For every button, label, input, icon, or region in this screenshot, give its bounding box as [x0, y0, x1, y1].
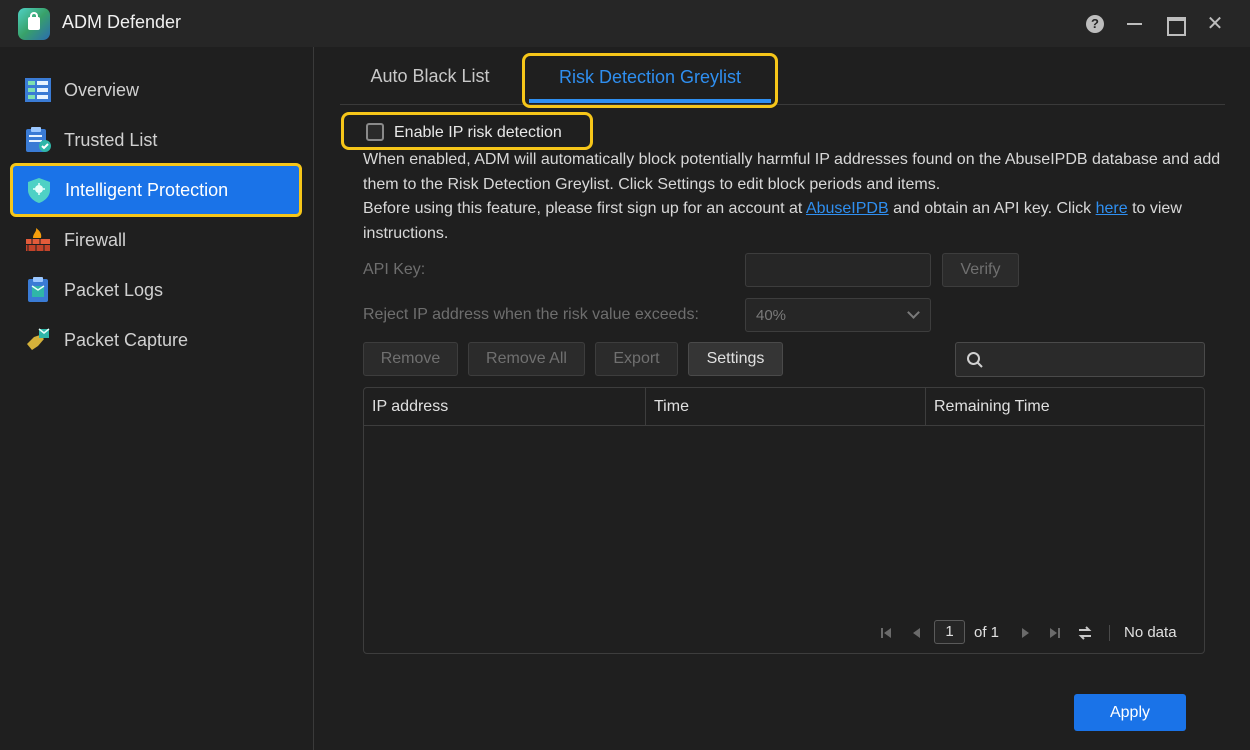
table-header: IP address Time Remaining Time: [364, 388, 1204, 426]
help-icon[interactable]: ?: [1084, 13, 1106, 35]
column-ip-address[interactable]: IP address: [364, 388, 645, 426]
instructions-link[interactable]: here: [1096, 200, 1128, 217]
page-number-input[interactable]: 1: [934, 620, 965, 644]
greylist-table: IP address Time Remaining Time 1 of 1 No…: [363, 387, 1205, 654]
active-tab-indicator: [529, 99, 771, 103]
no-data-status: No data: [1124, 624, 1177, 641]
chevron-down-icon: [907, 306, 920, 319]
sidebar-item-firewall[interactable]: Firewall: [12, 215, 300, 265]
enable-risk-detection-row[interactable]: Enable IP risk detection: [341, 112, 593, 150]
maximize-icon[interactable]: [1164, 13, 1186, 36]
sidebar-item-label: Intelligent Protection: [65, 180, 229, 200]
reject-threshold-label: Reject IP address when the risk value ex…: [363, 306, 699, 323]
column-remaining-time[interactable]: Remaining Time: [925, 388, 1204, 426]
remove-button[interactable]: Remove: [363, 342, 458, 376]
settings-button[interactable]: Settings: [688, 342, 783, 376]
enable-risk-detection-label[interactable]: Enable IP risk detection: [394, 124, 562, 142]
page-count: of 1: [974, 624, 1000, 641]
search-input[interactable]: [955, 342, 1205, 377]
feature-description: When enabled, ADM will automatically blo…: [363, 148, 1223, 246]
sidebar-item-packet-logs[interactable]: Packet Logs: [12, 265, 300, 315]
tab-bar: Auto Black List Risk Detection Greylist: [340, 47, 1225, 108]
sidebar-item-label: Trusted List: [64, 130, 158, 150]
packet-capture-icon: [27, 328, 50, 350]
apply-button[interactable]: Apply: [1074, 694, 1186, 731]
refresh-icon[interactable]: [1077, 625, 1093, 641]
shield-icon: [28, 178, 50, 203]
column-time[interactable]: Time: [645, 388, 925, 426]
sidebar-item-label: Overview: [64, 80, 140, 100]
pagination: 1 of 1 No data: [364, 613, 1204, 653]
prev-page-icon[interactable]: [909, 625, 925, 641]
sidebar-item-overview[interactable]: Overview: [12, 65, 300, 115]
enable-risk-detection-checkbox[interactable]: [366, 123, 384, 141]
app-logo-icon: [18, 8, 50, 40]
title-bar: ADM Defender ? ✕: [0, 0, 1250, 47]
tab-auto-black-list[interactable]: Auto Black List: [360, 47, 500, 105]
api-key-label: API Key:: [363, 261, 426, 278]
sidebar-item-packet-capture[interactable]: Packet Capture: [12, 315, 300, 365]
main-panel: Auto Black List Risk Detection Greylist …: [315, 47, 1250, 750]
overview-icon: [25, 78, 51, 102]
close-icon[interactable]: ✕: [1204, 13, 1226, 35]
api-key-input[interactable]: [745, 253, 931, 287]
tab-label: Risk Detection Greylist: [558, 67, 742, 87]
description-line-1: When enabled, ADM will automatically blo…: [363, 151, 1221, 193]
description-line-2: Before using this feature, please first …: [363, 200, 1182, 242]
sidebar-item-label: Packet Capture: [64, 330, 189, 350]
next-page-icon[interactable]: [1017, 625, 1033, 641]
sidebar: Overview Trusted List Intelligent Protec…: [0, 47, 314, 750]
minimize-icon[interactable]: [1124, 13, 1146, 35]
first-page-icon[interactable]: [878, 625, 894, 641]
app-title: ADM Defender: [62, 12, 182, 32]
abuseipdb-link[interactable]: AbuseIPDB: [806, 200, 889, 217]
remove-all-button[interactable]: Remove All: [468, 342, 585, 376]
pager-divider: [1109, 625, 1110, 641]
export-button[interactable]: Export: [595, 342, 678, 376]
firewall-icon: [26, 228, 50, 251]
verify-button[interactable]: Verify: [942, 253, 1019, 287]
risk-threshold-value: 40%: [756, 307, 787, 324]
trusted-list-icon: [26, 127, 51, 152]
search-icon: [967, 352, 983, 368]
sidebar-item-intelligent-protection[interactable]: Intelligent Protection: [10, 163, 302, 217]
risk-threshold-select[interactable]: 40%: [745, 298, 931, 332]
sidebar-item-label: Firewall: [64, 230, 127, 250]
sidebar-item-trusted-list[interactable]: Trusted List: [12, 115, 300, 165]
packet-logs-icon: [28, 277, 48, 302]
tab-risk-detection-greylist[interactable]: Risk Detection Greylist: [522, 53, 778, 108]
last-page-icon[interactable]: [1047, 625, 1063, 641]
sidebar-item-label: Packet Logs: [64, 280, 164, 300]
